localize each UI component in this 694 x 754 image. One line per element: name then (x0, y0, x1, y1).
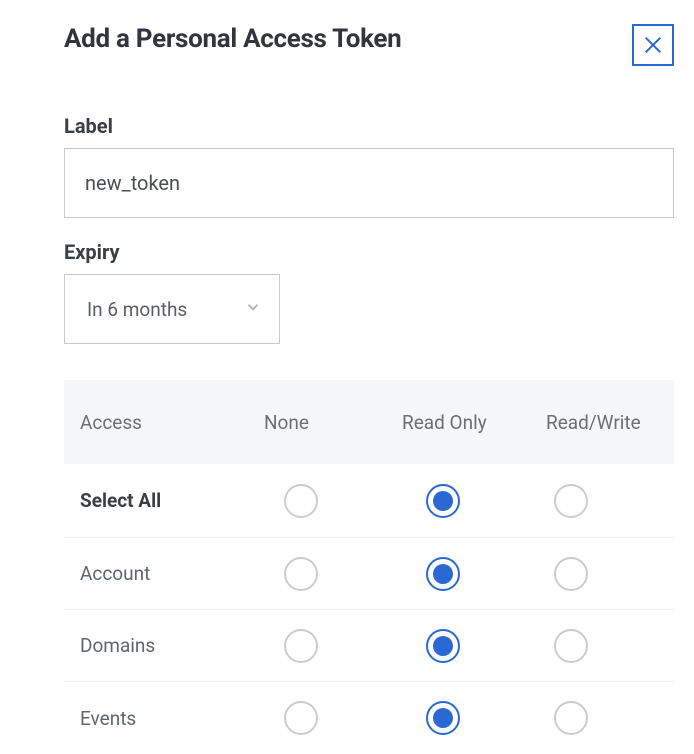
radio-select-all-readonly[interactable] (426, 484, 460, 518)
expiry-form-group: Expiry In 6 months (64, 240, 674, 344)
close-icon (642, 34, 664, 56)
row-label-domains: Domains (80, 634, 264, 657)
radio-events-readwrite[interactable] (554, 701, 588, 735)
radio-select-all-none[interactable] (284, 484, 318, 518)
header-readonly: Read Only (402, 411, 546, 434)
table-row-events: Events (64, 682, 674, 754)
header-none: None (264, 411, 402, 434)
add-token-modal: Add a Personal Access Token Label Expiry… (0, 0, 694, 754)
radio-select-all-readwrite[interactable] (554, 484, 588, 518)
access-table: Access None Read Only Read/Write Select … (64, 380, 674, 754)
table-row-select-all: Select All (64, 464, 674, 538)
radio-events-readonly[interactable] (426, 701, 460, 735)
expiry-select-value: In 6 months (87, 298, 187, 321)
label-field-label: Label (64, 114, 674, 138)
modal-title: Add a Personal Access Token (64, 24, 401, 54)
radio-account-none[interactable] (284, 557, 318, 591)
close-button[interactable] (632, 24, 674, 66)
radio-domains-none[interactable] (284, 629, 318, 663)
modal-header: Add a Personal Access Token (64, 24, 674, 66)
expiry-select[interactable]: In 6 months (64, 274, 280, 344)
radio-account-readonly[interactable] (426, 557, 460, 591)
expiry-select-wrapper: In 6 months (64, 274, 280, 344)
table-row-domains: Domains (64, 610, 674, 682)
radio-domains-readonly[interactable] (426, 629, 460, 663)
row-label-select-all: Select All (80, 489, 264, 512)
radio-events-none[interactable] (284, 701, 318, 735)
row-label-account: Account (80, 562, 264, 585)
radio-domains-readwrite[interactable] (554, 629, 588, 663)
radio-account-readwrite[interactable] (554, 557, 588, 591)
table-row-account: Account (64, 538, 674, 610)
table-header-row: Access None Read Only Read/Write (64, 380, 674, 464)
header-access: Access (80, 411, 264, 434)
label-form-group: Label (64, 114, 674, 218)
row-label-events: Events (80, 707, 264, 730)
label-input[interactable] (64, 148, 674, 218)
header-readwrite: Read/Write (546, 411, 658, 434)
expiry-field-label: Expiry (64, 240, 674, 264)
